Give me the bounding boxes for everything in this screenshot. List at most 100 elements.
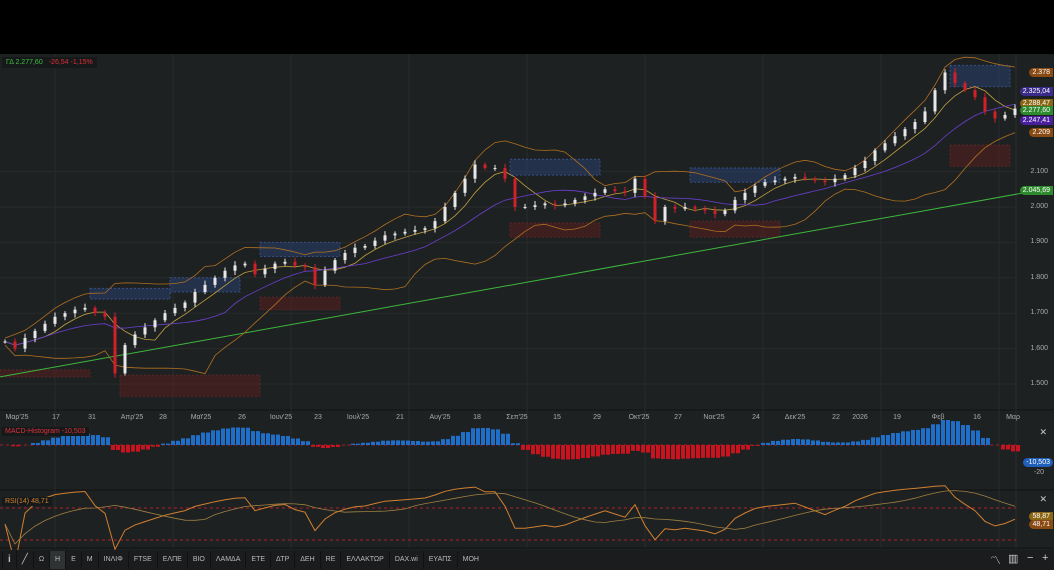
macd-bar xyxy=(291,438,295,445)
candle-body xyxy=(343,253,347,261)
y-tick-label: 1.900 xyxy=(1030,238,1048,246)
toolbar-item[interactable]: FTSE xyxy=(127,551,157,569)
price-tag: 2.378 xyxy=(1029,68,1053,78)
demand-zone xyxy=(119,374,261,397)
macd-bar xyxy=(66,435,70,445)
macd-bar xyxy=(956,421,960,445)
candle-body xyxy=(833,178,837,183)
candle-body xyxy=(703,208,707,211)
macd-bar xyxy=(526,445,530,450)
macd-bar xyxy=(731,445,735,454)
candle-body xyxy=(143,327,147,335)
supply-zone xyxy=(89,287,171,300)
toolbar-item[interactable]: ΛΑΜΔΑ xyxy=(209,551,246,569)
toolbar-item[interactable]: ΕΥΑΠΣ xyxy=(422,551,457,569)
candle-body xyxy=(373,240,377,246)
candle-body xyxy=(113,316,117,374)
toolbar-item[interactable]: Ω xyxy=(32,551,49,569)
price-tag: 2.247,41 xyxy=(1019,115,1053,125)
candle-body xyxy=(903,129,907,137)
macd-bar xyxy=(566,445,570,460)
candle-body xyxy=(753,185,757,193)
macd-bar xyxy=(896,433,900,445)
macd-bar xyxy=(391,440,395,445)
x-tick-label: 16 xyxy=(973,414,981,421)
macd-bar xyxy=(96,435,100,445)
macd-bar xyxy=(661,445,665,459)
macd-bar xyxy=(396,440,400,445)
zoom-in-icon[interactable]: + xyxy=(1042,552,1048,564)
toolbar-item[interactable]: RE xyxy=(319,551,341,569)
macd-bar xyxy=(156,445,160,447)
macd-bar xyxy=(771,440,775,445)
macd-bar xyxy=(581,445,585,459)
candle-body xyxy=(13,341,17,349)
close-rsi-icon[interactable]: ✕ xyxy=(1039,494,1047,505)
close-macd-icon[interactable]: ✕ xyxy=(1039,427,1047,438)
x-tick-label: 29 xyxy=(593,414,601,421)
price-chart[interactable] xyxy=(0,0,1054,570)
toolbar-item[interactable]: ΜΟΗ xyxy=(456,551,484,569)
macd-bar xyxy=(296,438,300,445)
toolbar-item[interactable]: DAX.wi xyxy=(388,551,423,569)
macd-bar xyxy=(811,440,815,445)
zoom-out-icon[interactable]: − xyxy=(1027,552,1033,564)
x-tick-label: 28 xyxy=(159,414,167,421)
toolbar-item[interactable]: Μ xyxy=(80,551,98,569)
candle-body xyxy=(983,97,987,112)
macd-bar xyxy=(676,445,680,460)
candle-body xyxy=(333,260,337,271)
macd-bar xyxy=(241,427,245,445)
candle-body xyxy=(823,180,827,183)
candle-body xyxy=(523,207,527,208)
supply-zone xyxy=(949,64,1011,88)
macd-bar xyxy=(356,443,360,445)
candle-body xyxy=(623,191,627,193)
macd-bar xyxy=(621,445,625,454)
toolbar-item[interactable]: ΕΛΠΕ xyxy=(156,551,187,569)
bar-chart-icon[interactable]: ▥ xyxy=(1008,552,1018,565)
toolbar-item[interactable]: ΕΤΕ xyxy=(245,551,270,569)
candle-body xyxy=(303,265,307,268)
candle-body xyxy=(213,277,217,285)
macd-bar xyxy=(166,443,170,445)
toolbar-item[interactable]: Η xyxy=(49,551,66,569)
macd-bar xyxy=(451,435,455,445)
supply-zone xyxy=(259,241,341,258)
candle-body xyxy=(923,111,927,123)
macd-bar xyxy=(736,445,740,454)
macd-bar xyxy=(941,420,945,445)
toolbar-item[interactable]: ΙΝΛΙΦ xyxy=(97,551,128,569)
macd-bar xyxy=(531,445,535,455)
candle-body xyxy=(713,210,717,215)
candle-body xyxy=(513,178,517,207)
line-chart-icon[interactable]: 〽 xyxy=(990,552,1001,568)
toolbar-item[interactable]: Ε xyxy=(65,551,81,569)
macd-bar xyxy=(11,445,15,447)
macd-bar xyxy=(266,433,270,445)
toolbar-item[interactable]: ΔΤΡ xyxy=(270,551,294,569)
macd-bar xyxy=(146,445,150,450)
macd-bar xyxy=(601,445,605,455)
macd-bar xyxy=(561,445,565,460)
x-tick-label: 21 xyxy=(396,414,404,421)
macd-bar xyxy=(751,445,755,446)
macd-bar xyxy=(456,435,460,445)
draw-line-icon[interactable]: ╱ xyxy=(15,551,33,569)
toolbar-item[interactable]: ΒΙΟ xyxy=(186,551,210,569)
macd-bar xyxy=(926,428,930,445)
y-tick-label: 1.800 xyxy=(1030,273,1048,281)
x-tick-label: 24 xyxy=(752,414,760,421)
macd-bar xyxy=(31,442,35,445)
macd-bar xyxy=(856,441,860,445)
macd-bar xyxy=(831,442,835,445)
candle-body xyxy=(423,228,427,231)
macd-bar xyxy=(461,432,465,445)
macd-bar xyxy=(366,442,370,445)
last-price: 2.277,60 xyxy=(15,59,43,66)
macd-bar xyxy=(796,439,800,445)
toolbar-item[interactable]: ΕΛΛΑΚΤΩΡ xyxy=(340,551,388,569)
toolbar-item[interactable]: ΔΕΗ xyxy=(294,551,319,569)
candle-body xyxy=(23,337,27,349)
info-icon[interactable]: i xyxy=(2,551,16,569)
